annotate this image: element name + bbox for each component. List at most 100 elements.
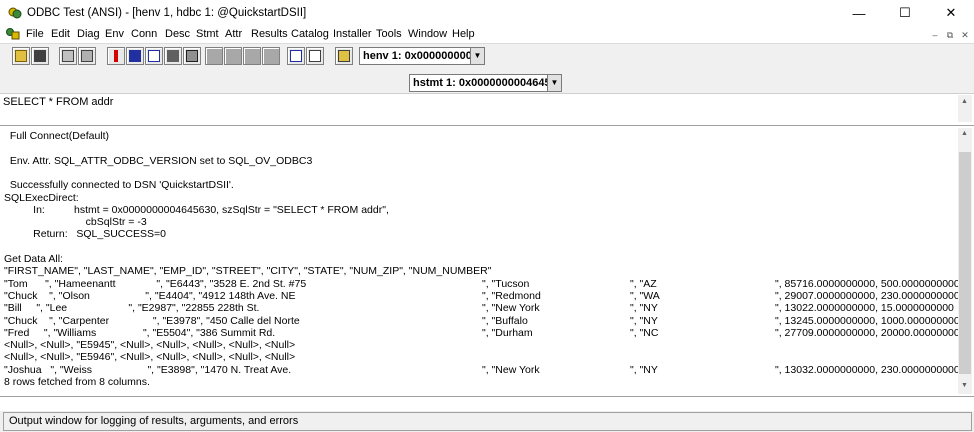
mdi-minimize-button[interactable]: – [928, 29, 942, 41]
menu-help[interactable]: Help [452, 28, 475, 40]
disabled-tool-3-icon [243, 47, 261, 65]
copy-windows-icon[interactable] [335, 47, 353, 65]
output-line: Get Data All: [4, 253, 63, 265]
result-row-cell: "Tom ", "Hameenantt ", "E6443", "3528 E.… [4, 277, 307, 290]
disabled-tool-4-icon [262, 47, 280, 65]
result-row-cell: ", 13245.0000000000, 1000.0000000000 [775, 314, 966, 327]
output-line: "FIRST_NAME", "LAST_NAME", "EMP_ID", "ST… [4, 265, 492, 278]
menu-desc[interactable]: Desc [165, 28, 190, 40]
open-folder-icon[interactable] [12, 47, 30, 65]
disabled-tool-1-icon [205, 47, 223, 65]
toolbar-disabled-group [205, 47, 281, 65]
chevron-down-icon[interactable]: ▼ [547, 75, 561, 91]
scroll-down-icon[interactable]: ▼ [961, 382, 968, 389]
output-line: Return: SQL_SUCCESS=0 [4, 228, 166, 241]
output-line: In: hstmt = 0x0000000004645630, szSqlStr… [4, 203, 389, 216]
results-describe-icon[interactable] [126, 47, 144, 65]
result-row-cell: "Fred ", "Williams ", "E5504", "386 Summ… [4, 326, 276, 339]
menu-conn[interactable]: Conn [131, 28, 157, 40]
menu-diag[interactable]: Diag [77, 28, 100, 40]
result-row-cell: ", "NY [630, 314, 658, 327]
toolbar-tools-group [335, 47, 354, 65]
result-row-cell: ", "WA [630, 289, 660, 302]
menu-file[interactable]: File [26, 28, 44, 40]
result-row-cell: "Joshua ", "Weiss ", "E3898", "1470 N. T… [4, 363, 292, 376]
status-bar: Output window for logging of results, ar… [0, 411, 974, 432]
window-title: ODBC Test (ANSI) - [henv 1, hdbc 1: @Qui… [27, 7, 307, 19]
result-row-cell: <Null>, <Null>, "E5946", <Null>, <Null>,… [4, 351, 296, 364]
result-row-cell: ", "AZ [630, 277, 657, 290]
minimize-button[interactable]: — [836, 0, 882, 26]
henv-selector[interactable]: henv 1: 0x000000000 ▼ [359, 47, 485, 65]
menu-stmt[interactable]: Stmt [196, 28, 219, 40]
result-row-cell: ", 13032.0000000000, 230.0000000000 [775, 363, 960, 376]
result-row-cell: ", "NY [630, 363, 658, 376]
menu-attr[interactable]: Attr [225, 28, 242, 40]
menu-window[interactable]: Window [408, 28, 447, 40]
output-window[interactable]: Full Connect(Default) Env. Attr. SQL_ATT… [0, 125, 974, 397]
mdi-close-button[interactable]: ✕ [958, 29, 972, 41]
status-text: Output window for logging of results, ar… [9, 415, 299, 427]
document-window-icon [6, 28, 20, 40]
output-line: cbSqlStr = -3 [4, 216, 147, 229]
result-row-cell: ", 29007.0000000000, 230.0000000000 [775, 289, 960, 302]
mdi-restore-button[interactable]: ⧉ [943, 29, 957, 41]
rows-fetched-summary: 8 rows fetched from 8 columns. [4, 376, 150, 388]
exec-direct-icon[interactable] [107, 47, 125, 65]
result-row-cell: "Chuck ", "Olson ", "E4404", "4912 148th… [4, 289, 296, 302]
title-bar: ODBC Test (ANSI) - [henv 1, hdbc 1: @Qui… [0, 0, 974, 26]
menu-tools[interactable]: Tools [376, 28, 402, 40]
menu-env[interactable]: Env [105, 28, 124, 40]
get-data-all-icon[interactable] [145, 47, 163, 65]
result-row-cell: "Bill ", "Lee ", "E2987", "22855 228th S… [4, 302, 260, 315]
maximize-button[interactable]: ☐ [882, 0, 928, 26]
result-row-cell: "Chuck ", "Carpenter ", "E3978", "450 Ca… [4, 314, 300, 327]
fetch-all-icon[interactable] [183, 47, 201, 65]
menu-results[interactable]: Results [251, 28, 288, 40]
result-row-cell: ", "New York [482, 302, 540, 315]
bind-columns-icon[interactable] [164, 47, 182, 65]
hstmt-selector-value: hstmt 1: 0x0000000004645 [413, 77, 551, 89]
result-row-cell: ", "Durham [482, 326, 533, 339]
result-row-cell: ", "New York [482, 363, 540, 376]
status-panel: Output window for logging of results, ar… [3, 412, 972, 431]
output-scrollbar[interactable]: ▲ ▼ [958, 128, 972, 394]
output-line: SQLExecDirect: [4, 191, 79, 204]
sql-input-pane[interactable]: SELECT * FROM addr ▲ [0, 93, 974, 124]
toolbar-connect-group [59, 47, 97, 65]
odbc-app-icon [8, 7, 22, 19]
result-row-cell: <Null>, <Null>, "E5945", <Null>, <Null>,… [4, 339, 296, 352]
menu-installer[interactable]: Installer [333, 28, 372, 40]
scroll-up-icon[interactable]: ▲ [961, 130, 968, 137]
output-line: Full Connect(Default) [4, 130, 110, 142]
result-row-cell: ", "NC [630, 326, 659, 339]
result-row-cell: ", 85716.0000000000, 500.0000000000 [775, 277, 960, 290]
toolbar-file-group [12, 47, 50, 65]
result-row-cell: ", 13022.0000000000, 15.0000000000 [775, 302, 954, 315]
chevron-down-icon[interactable]: ▼ [470, 48, 484, 64]
hstmt-selector[interactable]: hstmt 1: 0x0000000004645 ▼ [409, 74, 562, 92]
output-window-icon[interactable] [287, 47, 305, 65]
menu-catalog[interactable]: Catalog [291, 28, 329, 40]
scrollbar-thumb[interactable] [959, 152, 971, 374]
scroll-up-icon[interactable]: ▲ [961, 98, 968, 105]
output-line: Successfully connected to DSN 'Quickstar… [4, 179, 234, 192]
save-disk-icon[interactable] [31, 47, 49, 65]
sql-input-scrollbar[interactable]: ▲ [958, 95, 972, 122]
result-row-cell: ", "Redmond [482, 289, 541, 302]
henv-selector-value: henv 1: 0x000000000 [363, 50, 472, 62]
menu-edit[interactable]: Edit [51, 28, 70, 40]
rowset-window-icon[interactable] [306, 47, 324, 65]
toolbar-view-group [287, 47, 325, 65]
close-button[interactable]: ✕ [928, 0, 974, 26]
output-line: Env. Attr. SQL_ATTR_ODBC_VERSION set to … [4, 154, 313, 167]
full-connect-icon[interactable] [78, 47, 96, 65]
result-row-cell: ", "Tucson [482, 277, 530, 290]
result-row-cell: ", 27709.0000000000, 20000.0000000000 [775, 326, 972, 339]
disabled-tool-2-icon [224, 47, 242, 65]
result-row-cell: ", "NY [630, 302, 658, 315]
connect-icon[interactable] [59, 47, 77, 65]
sql-input-text[interactable]: SELECT * FROM addr [3, 96, 113, 108]
result-row-cell: ", "Buffalo [482, 314, 528, 327]
toolbar-statement-group [107, 47, 202, 65]
